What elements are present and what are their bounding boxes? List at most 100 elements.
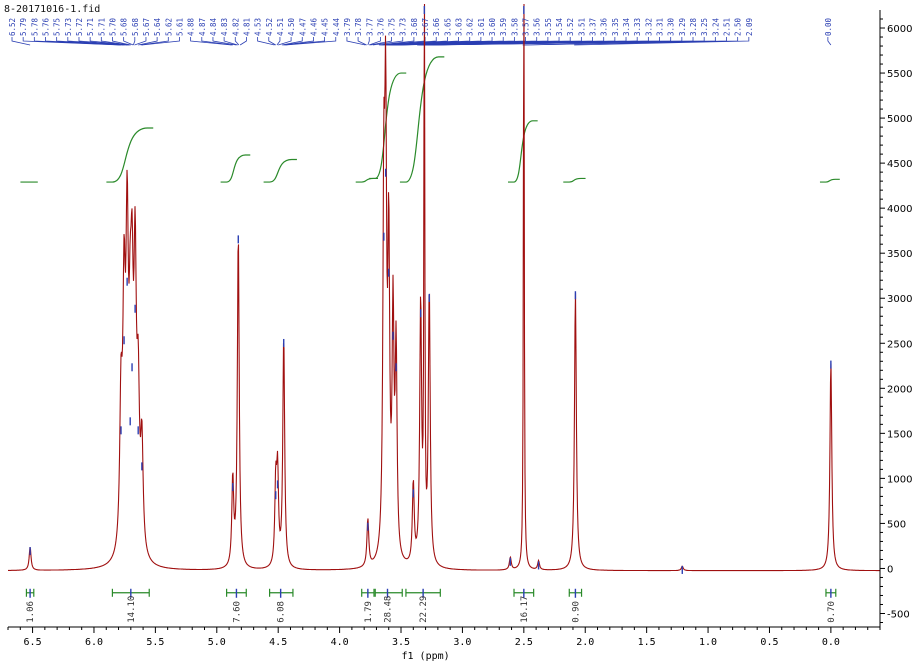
integral-value: 0.90: [571, 601, 581, 623]
peak-label: 5.73: [64, 18, 73, 36]
peak-label: 4.87: [198, 18, 207, 36]
peak-label: 5.71: [86, 18, 95, 36]
peak-label: 5.71: [97, 18, 106, 36]
peak-label: 3.30: [667, 17, 676, 36]
peak-label: 5.62: [164, 18, 173, 36]
peak-label: 3.63: [455, 18, 464, 36]
peak-label: 3.68: [410, 17, 419, 36]
peak-label: 5.67: [142, 18, 151, 36]
peak-label: 4.82: [231, 18, 240, 36]
y-tick-label: 3000: [887, 294, 912, 305]
integral-value: 6.08: [277, 601, 287, 623]
peak-label: 3.56: [533, 17, 542, 36]
integral-value: 0.70: [827, 601, 837, 623]
peak-label: 5.76: [41, 17, 50, 36]
x-tick-label: 2.0: [576, 637, 594, 648]
x-tick-label: 0.0: [822, 637, 840, 648]
peak-label: 3.75: [388, 18, 397, 36]
peak-label: 4.52: [265, 18, 274, 36]
y-tick-label: 500: [887, 519, 906, 530]
x-tick-label: 6.5: [24, 637, 42, 648]
peak-label: 5.70: [108, 17, 117, 36]
integral-value: 16.17: [520, 596, 530, 623]
peak-label: 3.60: [488, 17, 497, 36]
peak-label: 3.73: [399, 18, 408, 36]
x-tick-label: 3.0: [453, 637, 471, 648]
peak-label: 5.79: [19, 18, 28, 36]
peak-label: 3.24: [711, 17, 720, 36]
peak-label: 4.88: [187, 17, 196, 36]
peak-label: 3.61: [477, 18, 486, 36]
peak-label: 2.09: [745, 18, 754, 36]
integral-value: 14.10: [127, 596, 137, 623]
integral-value: 7.60: [232, 601, 242, 623]
x-tick-label: 4.5: [269, 637, 287, 648]
x-tick-label: 3.5: [392, 637, 410, 648]
x-tick-label: 6.0: [85, 637, 103, 648]
nmr-spectrum-chart: 6.5 6.0 5.5 5.0 4.5 4.0 3.5 3.0 2.5 2.0 1.5 1.0 0.5 0…: [0, 0, 924, 667]
x-tick-label: 4.0: [331, 637, 349, 648]
y-tick-label: 6000: [887, 24, 912, 35]
y-tick-label: 1500: [887, 429, 912, 440]
peak-label: 5.64: [153, 17, 162, 36]
x-tick-label: 5.0: [208, 637, 226, 648]
y-tick-label: 1000: [887, 474, 912, 485]
y-tick-label: -500: [887, 609, 910, 620]
peak-label: 4.47: [298, 18, 307, 36]
integral-value: 1.06: [26, 601, 36, 623]
peak-label: 4.44: [332, 17, 341, 36]
peak-label: 4.50: [287, 17, 296, 36]
integral-value: 28.48: [384, 596, 394, 623]
peak-label: 3.34: [622, 17, 631, 36]
peak-label: 5.78: [30, 17, 39, 36]
peak-label: 4.83: [220, 18, 229, 36]
integral-value: 1.79: [364, 601, 374, 623]
peak-label: 3.52: [566, 18, 575, 36]
peak-label: 6.52: [8, 18, 17, 36]
y-tick-label: 4500: [887, 159, 912, 170]
peak-label: 4.84: [209, 17, 218, 36]
y-tick-label: 0: [887, 564, 893, 575]
peak-label: 3.57: [522, 18, 531, 36]
peak-label: 3.29: [678, 18, 687, 36]
peak-label: 3.25: [700, 18, 709, 36]
peak-label: 3.31: [656, 18, 665, 36]
x-tick-label: 0.5: [760, 637, 778, 648]
y-tick-label: 5000: [887, 114, 912, 125]
y-tick-label: 3500: [887, 249, 912, 260]
peak-label: 3.77: [365, 18, 374, 36]
peak-label: 3.33: [633, 18, 642, 36]
peak-label: 3.67: [421, 18, 430, 36]
x-tick-label: 1.5: [638, 637, 656, 648]
peak-label: 4.53: [254, 18, 263, 36]
y-tick-label: 2000: [887, 384, 912, 395]
x-tick-label: 2.5: [515, 637, 533, 648]
x-tick-label: 5.5: [146, 637, 164, 648]
peak-label: 3.37: [589, 18, 598, 36]
y-tick-label: 5500: [887, 69, 912, 80]
peak-label: 3.66: [432, 17, 441, 36]
peak-label: 3.32: [644, 18, 653, 36]
peak-label: 4.81: [242, 18, 251, 36]
peak-label: 3.78: [354, 17, 363, 36]
peak-label: 3.65: [443, 18, 452, 36]
peak-label: 3.28: [689, 17, 698, 36]
peak-label: 3.51: [577, 18, 586, 36]
peak-label: 3.76: [376, 17, 385, 36]
peak-label: 5.72: [75, 18, 84, 36]
peak-label: 3.55: [544, 18, 553, 36]
peak-label: 3.79: [343, 18, 352, 36]
peak-label: 3.62: [466, 18, 475, 36]
peak-label: 4.51: [276, 18, 285, 36]
peak-label: 3.54: [555, 17, 564, 36]
peak-label: 5.75: [53, 18, 62, 36]
peak-label: 0.00: [824, 17, 833, 36]
peak-label: 5.68: [120, 17, 129, 36]
chart-title: 8-20171016-1.fid: [4, 4, 100, 15]
peak-label: 2.51: [723, 18, 732, 36]
peak-label: 4.45: [321, 18, 330, 36]
peak-label: 3.36: [600, 17, 609, 36]
y-tick-label: 4000: [887, 204, 912, 215]
x-tick-label: 1.0: [699, 637, 717, 648]
peak-label: 2.50: [734, 17, 743, 36]
